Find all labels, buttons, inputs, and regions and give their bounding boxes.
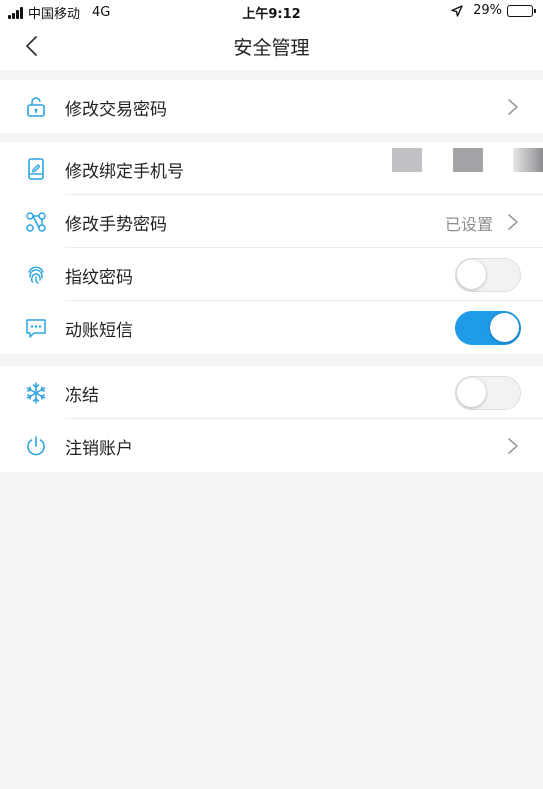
transaction-sms-toggle[interactable] (455, 311, 521, 345)
gesture-status: 已设置 (444, 215, 493, 234)
lock-icon (27, 97, 45, 117)
row-change-phone[interactable]: 修改绑定手机号 (0, 142, 543, 195)
nav-bar: 安全管理 (0, 22, 543, 70)
row-label: 注销账户 (65, 439, 133, 459)
row-label: 修改手势密码 (65, 215, 167, 235)
page-title: 安全管理 (233, 37, 310, 59)
snowflake-icon (26, 382, 46, 404)
status-bar: 中国移动 4G 上午9:12 29% (0, 0, 543, 22)
group-security-settings: 修改绑定手机号 修改手势密码 已设置 指纹密码 动账短信 (0, 142, 543, 354)
row-change-trade-password[interactable]: 修改交易密码 (0, 80, 543, 133)
row-fingerprint-password: 指纹密码 (0, 248, 543, 301)
chevron-right-icon (508, 214, 518, 230)
battery-percent: 29% (473, 3, 502, 18)
toggle-knob (457, 260, 486, 289)
phone-edit-icon (28, 158, 44, 180)
toggle-knob (457, 378, 486, 407)
row-label: 修改交易密码 (65, 100, 167, 120)
row-label: 冻结 (65, 386, 99, 406)
row-close-account[interactable]: 注销账户 (0, 419, 543, 472)
toggle-knob (490, 313, 519, 342)
gesture-icon (26, 212, 46, 232)
row-label: 修改绑定手机号 (65, 162, 184, 182)
sms-icon (26, 319, 46, 338)
row-transaction-sms: 动账短信 (0, 301, 543, 354)
battery-icon (507, 4, 536, 17)
row-freeze: 冻结 (0, 366, 543, 419)
power-icon (27, 436, 45, 456)
chevron-right-icon (508, 438, 518, 454)
row-change-gesture-password[interactable]: 修改手势密码 已设置 (0, 195, 543, 248)
fingerprint-icon (28, 266, 44, 284)
location-arrow-icon (451, 4, 463, 17)
status-right: 29% (451, 3, 536, 18)
freeze-toggle[interactable] (455, 376, 521, 410)
chevron-right-icon (508, 99, 518, 115)
row-label: 动账短信 (65, 321, 133, 341)
group-account: 冻结 注销账户 (0, 366, 543, 472)
fingerprint-toggle[interactable] (455, 258, 521, 292)
row-label: 指纹密码 (65, 268, 133, 288)
group-trade-password: 修改交易密码 (0, 80, 543, 133)
